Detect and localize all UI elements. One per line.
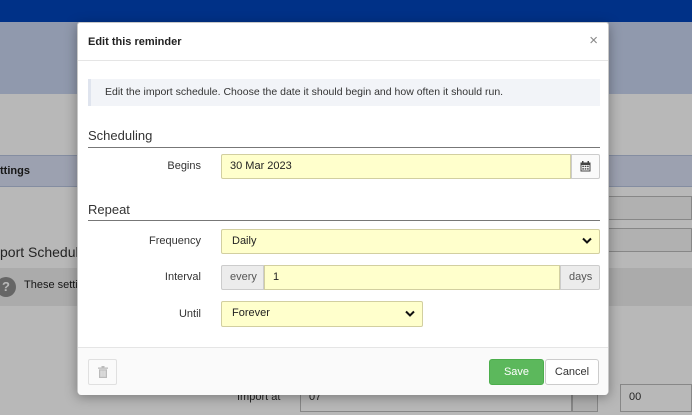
cancel-button[interactable]: Cancel	[545, 359, 599, 385]
trash-icon	[97, 366, 108, 378]
chevron-down-icon	[405, 310, 415, 317]
frequency-select[interactable]: Daily	[221, 229, 600, 254]
until-select-value: Forever	[232, 307, 270, 319]
until-label: Until	[178, 308, 201, 320]
until-select[interactable]: Forever	[221, 301, 423, 327]
chevron-down-icon	[582, 237, 592, 244]
calendar-icon	[580, 161, 591, 172]
frequency-select-value: Daily	[232, 235, 257, 247]
interval-input[interactable]: 1	[264, 265, 560, 290]
save-button[interactable]: Save	[489, 359, 544, 385]
frequency-label: Frequency	[149, 235, 201, 247]
calendar-button[interactable]	[571, 154, 600, 179]
close-icon[interactable]: ×	[589, 33, 598, 49]
modal-title: Edit this reminder	[88, 36, 182, 48]
begins-date-input[interactable]: 30 Mar 2023	[221, 154, 571, 179]
repeat-section-title: Repeat	[88, 202, 130, 217]
interval-label: Interval	[164, 271, 201, 283]
repeat-divider	[88, 220, 600, 221]
delete-button[interactable]	[88, 359, 117, 385]
info-message: Edit the import schedule. Choose the dat…	[88, 79, 600, 106]
interval-prefix: every	[221, 265, 264, 290]
scheduling-divider	[88, 147, 600, 148]
modal-footer: Save Cancel	[78, 347, 608, 395]
scheduling-section-title: Scheduling	[88, 128, 153, 143]
modal-header: Edit this reminder ×	[78, 23, 608, 61]
interval-suffix: days	[560, 265, 600, 290]
begins-label: Begins	[167, 160, 201, 172]
edit-reminder-dialog: Edit this reminder × Edit the import sch…	[77, 22, 609, 395]
